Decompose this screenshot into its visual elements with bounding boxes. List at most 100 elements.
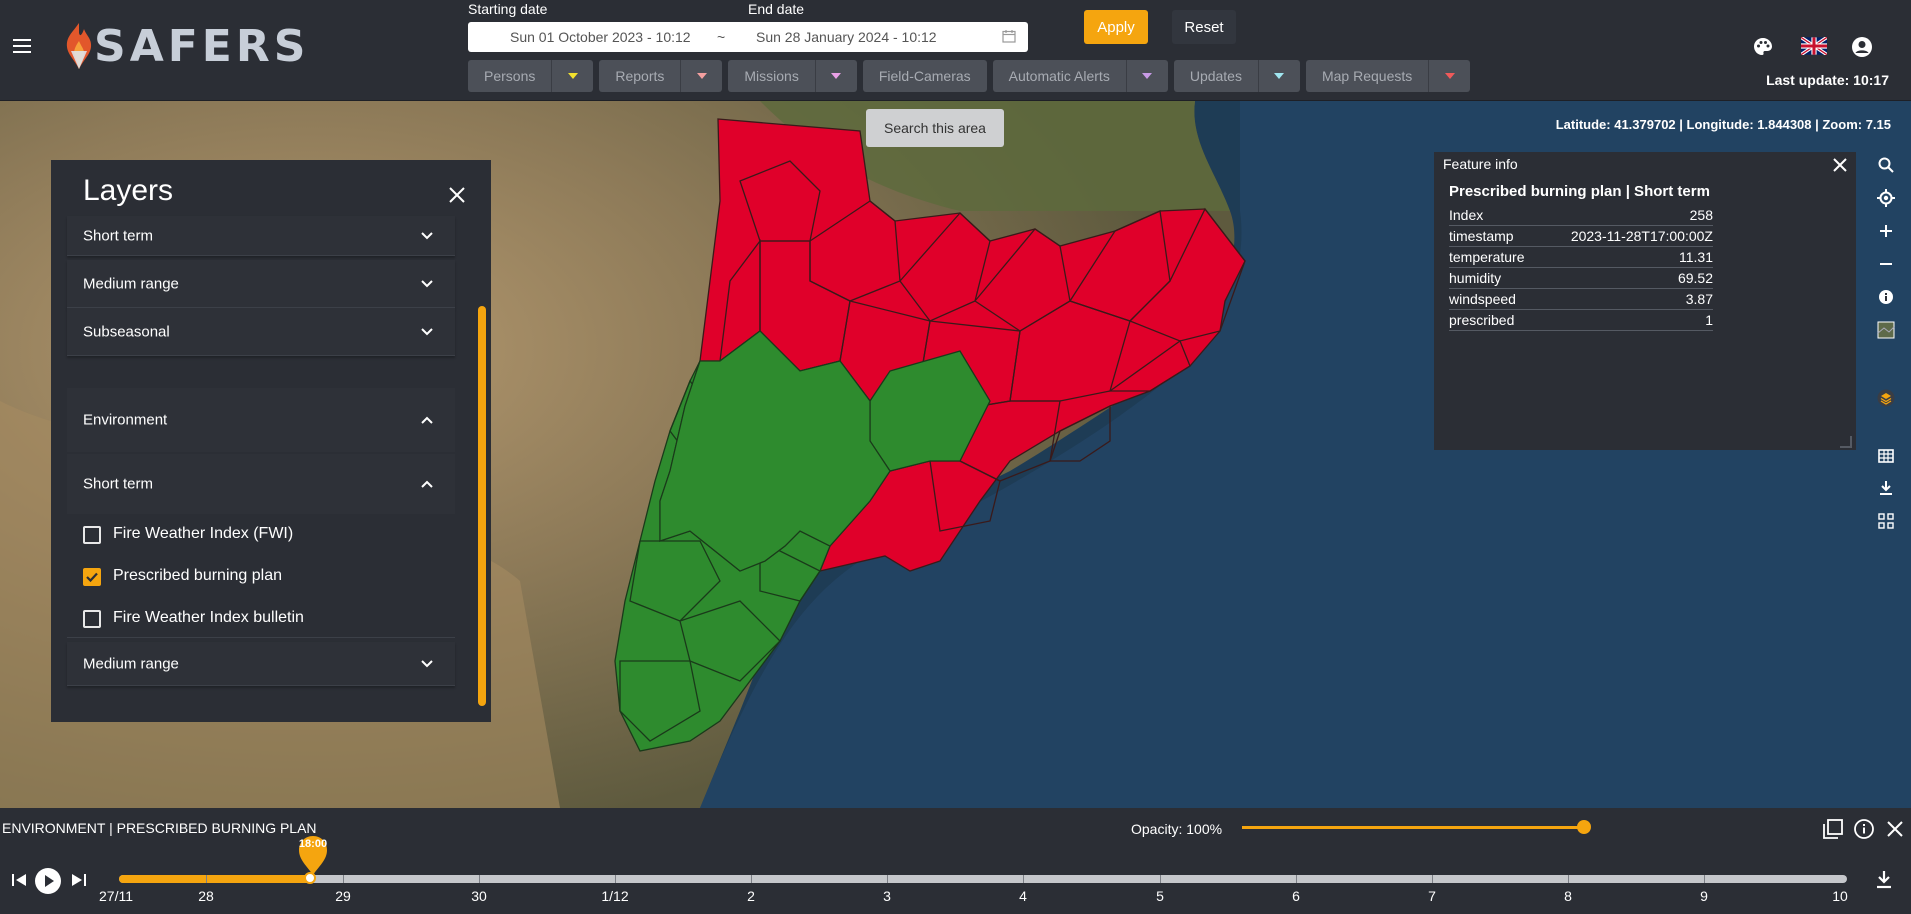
draw-icon[interactable] <box>1870 506 1902 536</box>
locate-icon[interactable] <box>1870 183 1902 213</box>
checkbox[interactable] <box>83 526 101 544</box>
close-icon[interactable] <box>447 185 467 205</box>
table-row: Index 258 <box>1449 205 1713 226</box>
filter-label[interactable]: Persons <box>468 60 551 92</box>
layer-option-fwi-bulletin[interactable]: Fire Weather Index bulletin <box>67 598 455 638</box>
layer-group-short-term-expanded[interactable]: Short term <box>67 454 455 514</box>
filter-label[interactable]: Field-Cameras <box>863 60 987 92</box>
filter-label[interactable]: Map Requests <box>1306 60 1428 92</box>
account-icon[interactable] <box>1850 35 1874 59</box>
close-icon[interactable] <box>1884 818 1906 840</box>
layer-group-short-term[interactable]: Short term <box>67 216 455 256</box>
chevron-down-icon[interactable] <box>1257 60 1300 92</box>
chevron-down-icon[interactable] <box>680 60 722 92</box>
skip-back-icon[interactable] <box>10 868 28 892</box>
zoom-out-icon[interactable] <box>1870 249 1902 279</box>
chevron-down-icon[interactable] <box>421 231 433 240</box>
resize-handle[interactable] <box>1840 436 1852 448</box>
info-icon[interactable] <box>1870 282 1902 312</box>
row-key: temperature <box>1449 249 1525 265</box>
table-row: humidity 69.52 <box>1449 268 1713 289</box>
reset-button[interactable]: Reset <box>1172 10 1236 44</box>
row-value: 69.52 <box>1677 270 1713 286</box>
filter-label[interactable]: Reports <box>599 60 680 92</box>
layer-option-prescribed-burning[interactable]: Prescribed burning plan <box>67 556 455 596</box>
checkbox[interactable] <box>83 610 101 628</box>
chevron-down-icon[interactable] <box>1125 60 1168 92</box>
layer-option-fwi[interactable]: Fire Weather Index (FWI) <box>67 514 455 554</box>
search-area-button[interactable]: Search this area <box>866 109 1004 147</box>
opacity-slider-handle[interactable] <box>1577 820 1591 834</box>
info-icon[interactable] <box>1853 818 1875 840</box>
layer-group-medium-range[interactable]: Medium range <box>67 260 455 308</box>
layer-group-medium-range-env[interactable]: Medium range <box>67 642 455 686</box>
chevron-down-icon[interactable] <box>814 60 857 92</box>
apply-button[interactable]: Apply <box>1084 10 1148 44</box>
layer-group-label: Medium range <box>83 275 179 292</box>
uk-flag-icon[interactable] <box>1801 37 1827 55</box>
layer-group-label: Short term <box>83 227 154 244</box>
search-icon[interactable] <box>1870 150 1902 180</box>
filter-label[interactable]: Automatic Alerts <box>993 60 1126 92</box>
row-value: 11.31 <box>1679 249 1713 265</box>
copy-icon[interactable] <box>1822 818 1844 840</box>
chevron-down-icon[interactable] <box>551 60 593 92</box>
opacity-slider-track[interactable] <box>1242 826 1584 829</box>
timeline-tick <box>206 875 207 883</box>
layer-group-subseasonal[interactable]: Subseasonal <box>67 308 455 356</box>
timeline-tick <box>479 875 480 883</box>
timeline-tick <box>1704 875 1705 883</box>
play-icon[interactable] <box>34 867 62 895</box>
timeline-label: 2 <box>747 888 755 904</box>
chevron-up-icon[interactable] <box>421 416 433 424</box>
layers-scrollbar[interactable] <box>478 306 486 706</box>
filter-persons[interactable]: Persons <box>468 60 594 92</box>
filter-missions[interactable]: Missions <box>728 60 857 92</box>
filter-label[interactable]: Missions <box>728 60 814 92</box>
timeline-label: 9 <box>1700 888 1708 904</box>
layer-option-label[interactable]: Fire Weather Index (FWI) <box>113 525 293 543</box>
basemap-icon[interactable] <box>1870 315 1902 345</box>
chevron-up-icon[interactable] <box>421 480 433 488</box>
chevron-down-icon[interactable] <box>421 327 433 336</box>
filter-updates[interactable]: Updates <box>1173 60 1300 92</box>
layers-icon[interactable] <box>1870 383 1902 413</box>
timeline-tick <box>1568 875 1569 883</box>
checkbox-checked[interactable] <box>83 568 101 586</box>
current-time: 18:00 <box>298 838 328 850</box>
layers-panel: Layers Short term Medium range Subseason… <box>51 160 491 722</box>
layer-option-label[interactable]: Fire Weather Index bulletin <box>113 609 304 627</box>
date-range-picker[interactable]: Sun 01 October 2023 - 10:12 ~ Sun 28 Jan… <box>468 22 1028 52</box>
palette-icon[interactable] <box>1751 35 1775 59</box>
chevron-down-icon[interactable] <box>421 279 433 288</box>
download-icon[interactable] <box>1873 868 1895 890</box>
chevron-down-icon[interactable] <box>421 659 433 668</box>
layers-title: Layers <box>83 174 174 207</box>
end-date-value[interactable]: Sun 28 January 2024 - 10:12 <box>756 29 937 45</box>
feature-title: Prescribed burning plan | Short term <box>1449 183 1710 200</box>
feature-info-panel: Feature info Prescribed burning plan | S… <box>1434 152 1856 450</box>
calendar-icon[interactable] <box>1002 29 1016 43</box>
row-value: 258 <box>1689 207 1713 223</box>
skip-forward-icon[interactable] <box>70 868 88 892</box>
filter-automatic-alerts[interactable]: Automatic Alerts <box>992 60 1168 92</box>
menu-icon[interactable] <box>10 34 34 58</box>
download-icon[interactable] <box>1870 473 1902 503</box>
start-date-value[interactable]: Sun 01 October 2023 - 10:12 <box>510 29 691 45</box>
chevron-down-icon[interactable] <box>1428 60 1470 92</box>
filter-reports[interactable]: Reports <box>599 60 723 92</box>
row-key: timestamp <box>1449 228 1514 244</box>
filter-field-cameras[interactable]: Field-Cameras <box>862 60 987 92</box>
close-icon[interactable] <box>1832 157 1848 173</box>
layer-option-label[interactable]: Prescribed burning plan <box>113 567 282 585</box>
zoom-in-icon[interactable] <box>1870 216 1902 246</box>
timeline-label: 3 <box>883 888 891 904</box>
table-icon[interactable] <box>1870 441 1902 471</box>
timeline-label: 5 <box>1156 888 1164 904</box>
filter-label[interactable]: Updates <box>1174 60 1258 92</box>
layer-category-environment[interactable]: Environment <box>67 388 455 452</box>
row-key: humidity <box>1449 270 1502 286</box>
filter-map-requests[interactable]: Map Requests <box>1305 60 1471 92</box>
timeline-tick <box>1432 875 1433 883</box>
timeline-track[interactable] <box>119 875 1847 883</box>
